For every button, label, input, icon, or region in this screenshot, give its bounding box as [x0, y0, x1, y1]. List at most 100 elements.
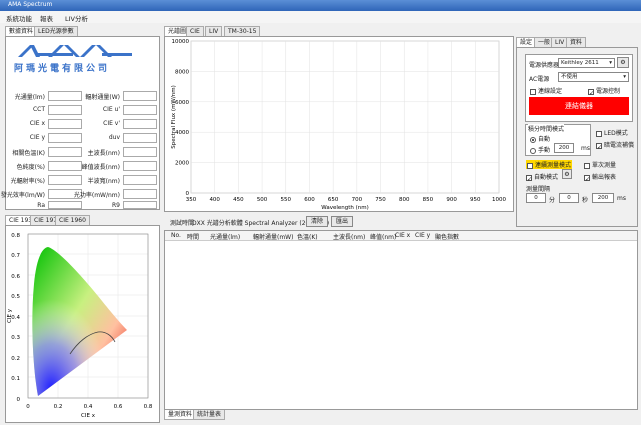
x-tick-label: 1000: [492, 197, 506, 203]
field-ciey-value[interactable]: [48, 133, 82, 143]
title-bar: AMA Spectrum: [0, 0, 641, 11]
tab-data[interactable]: 數據資料: [5, 26, 38, 36]
cie-ytick-2: 0.6: [11, 274, 20, 280]
chart-tabbar: 光譜圖 CIE LIV TM-30-15: [164, 26, 514, 36]
col-lumen[interactable]: 光通量(lm): [210, 232, 240, 241]
single-checkbox[interactable]: [584, 162, 590, 169]
connect-button[interactable]: 連結儀器: [529, 97, 629, 115]
col-time[interactable]: 時間: [187, 232, 199, 241]
tab-cie1960[interactable]: CIE 1960: [55, 215, 90, 225]
interval-sec-input[interactable]: 0: [559, 193, 579, 203]
interval-min-input[interactable]: 0: [526, 193, 546, 203]
integration-label: 積分時間模式: [528, 124, 565, 133]
interval-ms-input[interactable]: 200: [592, 193, 614, 203]
cie-ytick-0: 0.8: [11, 233, 20, 239]
field-cct-value[interactable]: [48, 105, 82, 115]
field-radiant-flux-value[interactable]: [123, 91, 157, 101]
field-color-temp-value[interactable]: [48, 147, 82, 157]
col-peak[interactable]: 峰值(nm): [370, 232, 396, 241]
field-lumen-value[interactable]: [48, 91, 82, 101]
device-label: 電源供應器: [529, 62, 560, 69]
field-cie-v-value[interactable]: [123, 119, 157, 129]
field-ciex-value[interactable]: [48, 119, 82, 129]
auto-mode-option[interactable]: ✓ 自動模式: [526, 172, 558, 183]
auto-mode-config-button[interactable]: ⚙: [562, 169, 572, 179]
auto-option[interactable]: 自動: [530, 134, 550, 143]
interval-label: 測量間隔: [526, 186, 551, 193]
output-checkbox[interactable]: ✓: [584, 174, 590, 183]
field-purity-value[interactable]: [48, 161, 82, 171]
tab-cie[interactable]: CIE: [186, 26, 204, 36]
col-cct[interactable]: 色溫(K): [297, 232, 318, 241]
manual-option[interactable]: 手動: [530, 145, 550, 154]
field-dominant-wl: 主波長(nm): [85, 147, 157, 157]
y-tick-label: 6000: [175, 100, 189, 106]
spectral-locus-blue: [32, 247, 127, 396]
single-option[interactable]: 單次測量: [584, 160, 616, 169]
x-tick-label: 600: [304, 197, 315, 203]
tab-statistics[interactable]: 統計量表: [193, 410, 226, 420]
col-radiant[interactable]: 輻射通量(mW): [253, 232, 293, 241]
device-config-button[interactable]: ⚙: [617, 57, 629, 68]
continuous-option[interactable]: 連續測量模式: [526, 160, 573, 169]
power-checkbox[interactable]: ✓: [588, 88, 594, 97]
x-tick-label: 400: [209, 197, 220, 203]
status-row: 測試時間 DXX 光譜分析軟體 Spectral Analyzer (2019-…: [164, 215, 514, 229]
gear-icon: ⚙: [564, 171, 570, 178]
manual-radio[interactable]: [530, 147, 536, 154]
unit-ms: ms: [617, 195, 626, 202]
led-checkbox[interactable]: [596, 130, 602, 137]
menu-bar: 系統功能 報表 LIV分析: [0, 11, 641, 23]
cie-ytick-5: 0.3: [11, 335, 20, 341]
cie-panel: 0.8 0.7 0.6 0.5 0.4 0.3 0.2 0.1 0 0 0.2 …: [5, 225, 160, 423]
bottom-tabbar: 量測資料 統計量表: [164, 410, 364, 420]
ac-select[interactable]: 不使用 ▾: [558, 72, 629, 82]
field-duv-value[interactable]: [123, 133, 157, 143]
auto-mode-checkbox[interactable]: ✓: [526, 174, 532, 183]
field-ra-value[interactable]: [48, 201, 82, 209]
tab-liv[interactable]: LIV: [205, 26, 223, 36]
connection-option[interactable]: 連線設定: [530, 86, 562, 95]
y-tick-label: 4000: [175, 130, 189, 136]
col-ciey[interactable]: CIE y: [415, 232, 430, 239]
field-peak-wl-value[interactable]: [123, 161, 157, 171]
tab-measure-data[interactable]: 量測資料: [164, 410, 197, 420]
menu-liv[interactable]: LIV分析: [65, 13, 88, 23]
field-r9: R9: [85, 201, 157, 209]
company-logo: 阿瑪光電有限公司: [8, 39, 157, 75]
tab-tm30[interactable]: TM-30-15: [224, 26, 261, 36]
field-color-temp: 相關色溫(K): [8, 147, 82, 157]
x-tick-label: 650: [328, 197, 339, 203]
dark-checkbox[interactable]: ✓: [596, 142, 602, 151]
clear-button[interactable]: 清除: [306, 216, 328, 227]
col-no[interactable]: No.: [171, 232, 181, 239]
field-cie-u-value[interactable]: [123, 105, 157, 115]
x-tick-label: 350: [186, 197, 197, 203]
menu-system[interactable]: 系統功能: [6, 13, 32, 23]
col-dominant[interactable]: 主波長(nm): [333, 232, 365, 241]
cie-xtick-0: 0: [26, 404, 30, 410]
led-option[interactable]: LED模式: [596, 128, 628, 137]
field-fwhm-value[interactable]: [123, 175, 157, 185]
output-option[interactable]: ✓ 輸出報表: [584, 172, 616, 183]
connection-checkbox[interactable]: [530, 88, 536, 95]
field-radiation: 光輻射率(%): [8, 175, 82, 185]
menu-report[interactable]: 報表: [40, 13, 53, 23]
dark-option[interactable]: ✓ 暗電流補償: [596, 140, 634, 151]
tab-led[interactable]: LED光源參數: [34, 26, 78, 36]
auto-radio[interactable]: [530, 136, 536, 143]
export-button[interactable]: 匯出: [331, 216, 353, 227]
power-option[interactable]: ✓ 電源控制: [588, 86, 620, 97]
field-r9-value[interactable]: [123, 201, 157, 209]
x-tick-label: 800: [399, 197, 410, 203]
field-power-value[interactable]: [123, 189, 157, 199]
tab-data-right[interactable]: 資料: [566, 37, 587, 47]
device-select[interactable]: Keithley 2611 ▾: [558, 58, 615, 68]
tab-settings[interactable]: 設定: [516, 37, 537, 47]
col-ciex[interactable]: CIE x: [395, 232, 410, 239]
continuous-checkbox[interactable]: [527, 162, 533, 169]
field-radiation-value[interactable]: [48, 175, 82, 185]
manual-time-input[interactable]: 200: [554, 143, 574, 153]
col-cri[interactable]: 顯色指數: [435, 232, 459, 241]
field-dominant-wl-value[interactable]: [123, 147, 157, 157]
